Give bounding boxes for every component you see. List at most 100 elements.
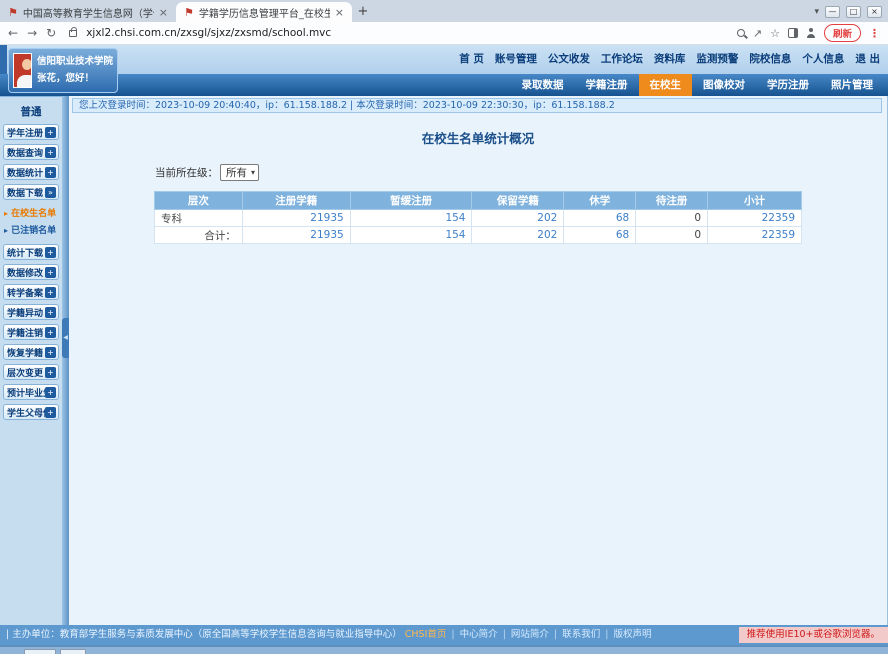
- browser-address-bar: ← → ↻ xjxl2.chsi.com.cn/zxsgl/sjxz/zxsmd…: [0, 22, 888, 45]
- url-text[interactable]: xjxl2.chsi.com.cn/zxsgl/sjxz/zxsmd/schoo…: [86, 27, 728, 39]
- browser-tab-active[interactable]: ⚑ 学籍学历信息管理平台_在校生 ×: [176, 2, 352, 22]
- tab-close-icon[interactable]: ×: [159, 6, 168, 19]
- secondary-nav-bar: 录取数据 学籍注册 在校生 图像校对 学历注册 照片管理: [0, 74, 888, 96]
- nav-logout[interactable]: 退 出: [855, 51, 880, 66]
- grade-select[interactable]: 所有 ▾: [220, 164, 259, 181]
- tab-status-registration[interactable]: 学籍注册: [575, 74, 639, 96]
- sidebar-item-data-query[interactable]: 数据查询 +: [3, 144, 59, 160]
- window-maximize-button[interactable]: □: [846, 6, 861, 18]
- expand-icon: +: [45, 367, 56, 378]
- browser-recommendation-notice: 推荐使用IE10+或谷歌浏览器。: [739, 627, 888, 643]
- col-subtotal: 小计: [708, 192, 802, 210]
- arrow-left-icon: ◀: [63, 334, 68, 341]
- chevron-down-icon[interactable]: ▾: [814, 7, 819, 17]
- browser-tab-inactive[interactable]: ⚑ 中国高等教育学生信息网（学信 ×: [0, 2, 176, 22]
- cell-registered-total[interactable]: 21935: [242, 227, 350, 244]
- cell-subtotal-total[interactable]: 22359: [708, 227, 802, 244]
- greeting-text: 张花，您好！: [37, 71, 113, 87]
- sidebar-collapse-handle[interactable]: ◀: [62, 318, 69, 358]
- new-tab-button[interactable]: +: [352, 2, 374, 22]
- sidebar: 普通 学年注册 + 数据查询 + 数据统计 + 数据下载 » ▸ 在校生名单 ▸…: [0, 96, 62, 625]
- expand-icon: +: [45, 267, 56, 278]
- nav-personal-info[interactable]: 个人信息: [802, 51, 844, 66]
- col-deferred: 暂缓注册: [350, 192, 472, 210]
- cutoff-control: [60, 649, 86, 654]
- footer-link-chsi-home[interactable]: CHSI首页: [405, 629, 447, 640]
- browser-tab-strip: ⚑ 中国高等教育学生信息网（学信 × ⚑ 学籍学历信息管理平台_在校生 × + …: [0, 0, 888, 22]
- cell-pending: 0: [636, 210, 708, 227]
- table-row: 专科 21935 154 202 68 0 22359: [155, 210, 802, 227]
- cell-suspended[interactable]: 68: [564, 210, 636, 227]
- table-total-row: 合计： 21935 154 202 68 0 22359: [155, 227, 802, 244]
- nav-library[interactable]: 资料库: [654, 51, 686, 66]
- sidebar-splitter[interactable]: ◀: [62, 96, 69, 625]
- sidebar-item-status-cancel[interactable]: 学籍注销 +: [3, 324, 59, 340]
- nav-forum[interactable]: 工作论坛: [601, 51, 643, 66]
- sidebar-item-cancelled-list[interactable]: ▸ 已注销名单: [4, 223, 60, 236]
- cell-level: 专科: [155, 210, 243, 227]
- refresh-extension-button[interactable]: 刷新: [824, 24, 861, 42]
- window-minimize-button[interactable]: —: [825, 6, 840, 18]
- tab-photo-management[interactable]: 照片管理: [820, 74, 884, 96]
- window-close-button[interactable]: ×: [867, 6, 882, 18]
- sidebar-item-current-students-list[interactable]: ▸ 在校生名单: [4, 206, 60, 219]
- side-panel-icon[interactable]: [788, 28, 798, 38]
- sidebar-title: 普通: [0, 104, 62, 119]
- sidebar-item-status-restore[interactable]: 恢复学籍 +: [3, 344, 59, 360]
- sidebar-item-data-download[interactable]: 数据下载 »: [3, 184, 59, 200]
- sidebar-item-year-registration[interactable]: 学年注册 +: [3, 124, 59, 140]
- forward-icon[interactable]: →: [27, 26, 37, 40]
- sidebar-item-transfer-filing[interactable]: 转学备案 +: [3, 284, 59, 300]
- expand-icon: +: [45, 167, 56, 178]
- school-name: 信阳职业技术学院: [37, 54, 113, 70]
- sidebar-item-parent-info[interactable]: 学生父母信息 +: [3, 404, 59, 420]
- cell-retained[interactable]: 202: [472, 210, 564, 227]
- sidebar-item-data-edit[interactable]: 数据修改 +: [3, 264, 59, 280]
- tab-image-proofing[interactable]: 图像校对: [692, 74, 756, 96]
- sidebar-item-level-change[interactable]: 层次变更 +: [3, 364, 59, 380]
- sidebar-item-status-change[interactable]: 学籍异动 +: [3, 304, 59, 320]
- statistics-table: 层次 注册学籍 暂缓注册 保留学籍 休学 待注册 小计 专科 21935 154…: [154, 191, 802, 244]
- cell-deferred-total[interactable]: 154: [350, 227, 472, 244]
- back-icon[interactable]: ←: [8, 26, 18, 40]
- chevron-down-icon: ▾: [251, 168, 255, 177]
- expand-icon: +: [45, 327, 56, 338]
- expand-icon: +: [45, 247, 56, 258]
- footer-link-site-intro[interactable]: 网站简介: [511, 629, 549, 640]
- expand-icon: +: [45, 307, 56, 318]
- browser-menu-icon[interactable]: ⋮: [869, 27, 880, 40]
- cell-subtotal[interactable]: 22359: [708, 210, 802, 227]
- nav-school-info[interactable]: 院校信息: [749, 51, 791, 66]
- share-icon[interactable]: ↗: [753, 27, 762, 40]
- search-zoom-icon[interactable]: [737, 29, 745, 37]
- arrow-right-icon: ▸: [4, 226, 8, 235]
- footer-link-contact[interactable]: 联系我们: [562, 629, 600, 640]
- nav-account[interactable]: 账号管理: [495, 51, 537, 66]
- tab-current-students[interactable]: 在校生: [639, 74, 693, 96]
- lock-icon: [69, 30, 77, 37]
- bookmark-star-icon[interactable]: ☆: [770, 27, 780, 40]
- footer-link-center-intro[interactable]: 中心简介: [460, 629, 498, 640]
- footer: | 主办单位：教育部学生服务与素质发展中心（原全国高等学校学生信息咨询与就业指导…: [0, 625, 888, 645]
- filter-label: 当前所在级：: [155, 165, 218, 180]
- nav-home[interactable]: 首 页: [459, 51, 484, 66]
- cell-registered[interactable]: 21935: [242, 210, 350, 227]
- reload-icon[interactable]: ↻: [46, 26, 56, 40]
- sidebar-item-data-statistics[interactable]: 数据统计 +: [3, 164, 59, 180]
- footer-link-copyright[interactable]: 版权声明: [613, 629, 651, 640]
- nav-documents[interactable]: 公文收发: [548, 51, 590, 66]
- cell-retained-total[interactable]: 202: [472, 227, 564, 244]
- cell-suspended-total[interactable]: 68: [564, 227, 636, 244]
- cell-deferred[interactable]: 154: [350, 210, 472, 227]
- nav-monitoring[interactable]: 监测预警: [696, 51, 738, 66]
- sidebar-submenu: ▸ 在校生名单 ▸ 已注销名单: [4, 206, 60, 236]
- collapse-icon: »: [45, 187, 56, 198]
- tab-close-icon[interactable]: ×: [335, 6, 344, 19]
- login-info-bar: 您上次登录时间：2023-10-09 20:40:40，ip：61.158.18…: [72, 98, 882, 113]
- profile-icon[interactable]: [806, 28, 816, 38]
- expand-icon: +: [45, 287, 56, 298]
- tab-admission-data[interactable]: 录取数据: [511, 74, 575, 96]
- tab-degree-registration[interactable]: 学历注册: [756, 74, 820, 96]
- sidebar-item-expected-graduates[interactable]: 预计毕业生 +: [3, 384, 59, 400]
- sidebar-item-stats-download[interactable]: 统计下载 +: [3, 244, 59, 260]
